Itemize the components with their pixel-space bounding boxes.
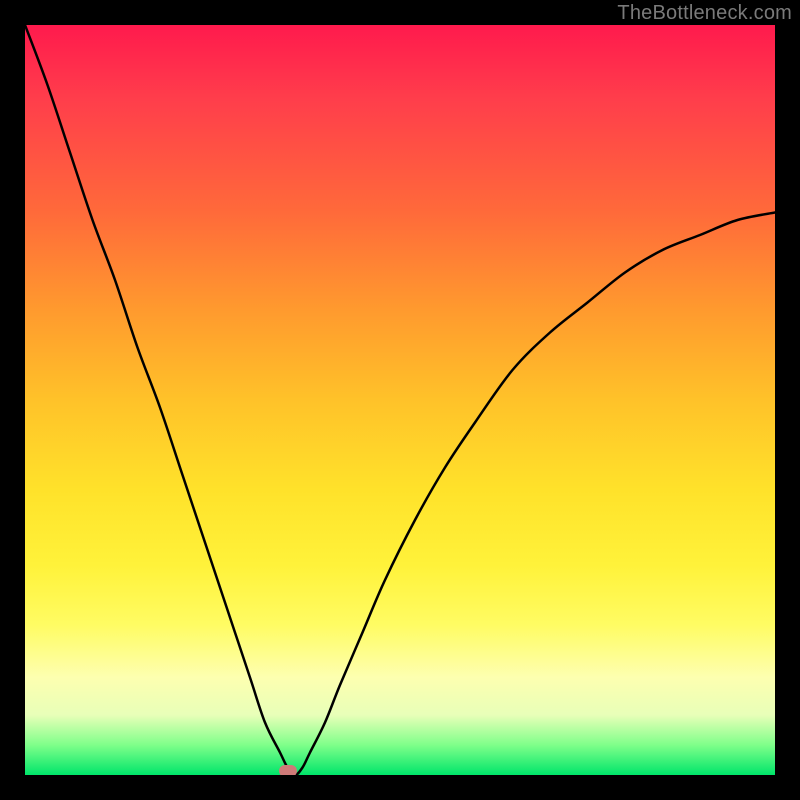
plot-area [25,25,775,775]
watermark-text: TheBottleneck.com [617,2,792,25]
curve-svg [25,25,775,775]
bottleneck-curve-path [25,25,775,775]
outer-frame: TheBottleneck.com [0,0,800,800]
minimum-marker-icon [279,765,297,775]
